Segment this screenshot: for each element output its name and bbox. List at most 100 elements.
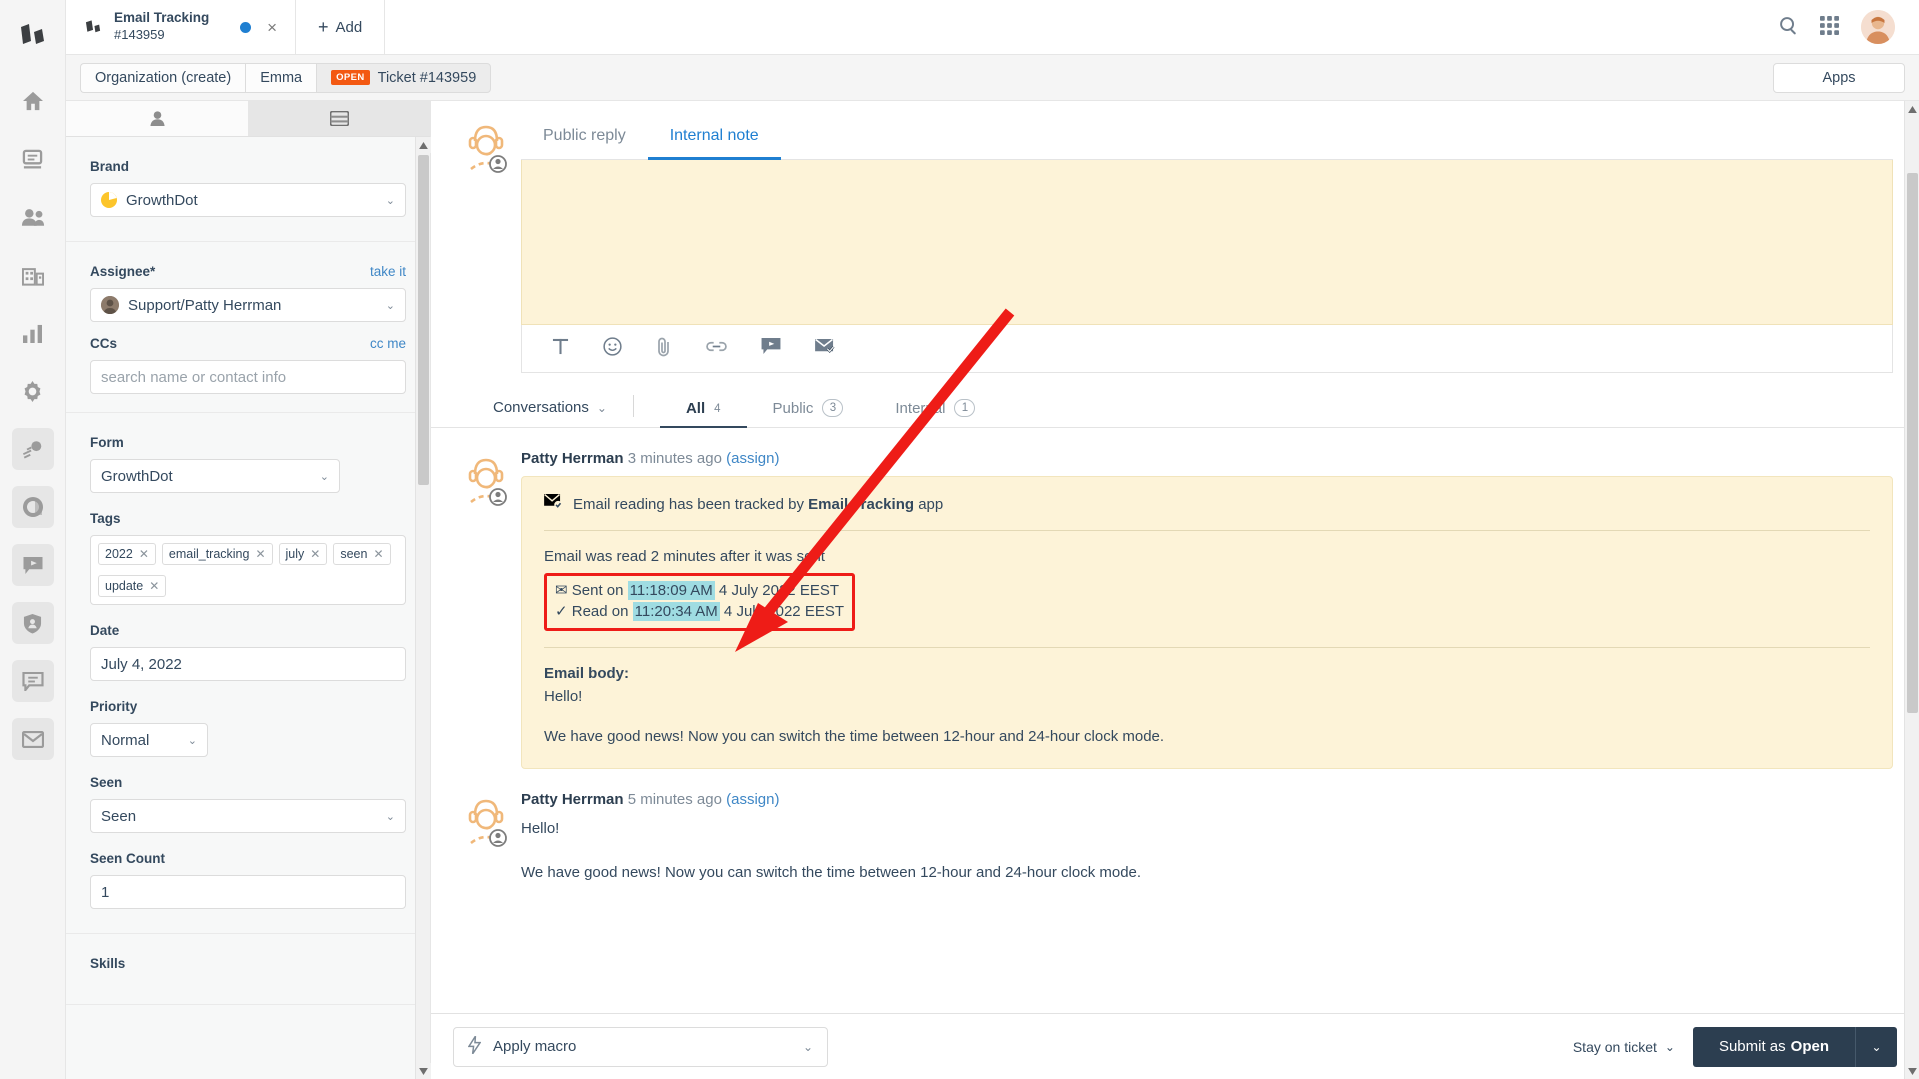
sidebar-scrollbar[interactable] <box>415 137 431 1079</box>
text-format-icon[interactable] <box>552 338 569 359</box>
assign-link[interactable]: (assign) <box>726 450 779 467</box>
assignee-select[interactable]: Support/Patty Herrman ⌄ <box>90 288 406 322</box>
tags-field[interactable]: 2022 ✕ email_tracking ✕ july ✕ seen ✕ up… <box>90 535 406 605</box>
ticket-logo-icon <box>84 18 102 36</box>
breadcrumb-ticket-label: Ticket #143959 <box>377 69 477 86</box>
seen-select[interactable]: Seen ⌄ <box>90 799 406 833</box>
priority-select[interactable]: Normal ⌄ <box>90 723 208 757</box>
article-header: Patty Herrman 5 minutes ago (assign) <box>521 791 1893 808</box>
main-column: Email Tracking #143959 × + Add Organizat… <box>66 0 1919 1079</box>
compose-area: Public reply Internal note <box>431 101 1919 373</box>
breadcrumb-customer[interactable]: Emma <box>245 62 317 93</box>
chevron-down-icon: ⌄ <box>802 1039 813 1054</box>
apps-button[interactable]: Apps <box>1773 62 1905 93</box>
search-icon[interactable] <box>1779 16 1798 39</box>
sidebar-item-settings[interactable] <box>12 370 54 412</box>
tag-chip[interactable]: seen ✕ <box>333 543 391 565</box>
date-input[interactable]: July 4, 2022 <box>90 647 406 681</box>
link-icon[interactable] <box>706 338 727 359</box>
close-icon[interactable]: × <box>263 19 281 36</box>
stay-on-ticket-dropdown[interactable]: Stay on ticket ⌄ <box>1573 1039 1675 1055</box>
remove-tag-icon[interactable]: ✕ <box>310 547 320 561</box>
tab-email-tracking[interactable]: Email Tracking #143959 × <box>66 0 296 54</box>
apply-macro-label: Apply macro <box>493 1038 577 1055</box>
read-date-value: 4 July 2022 EEST <box>719 603 844 621</box>
tab-bar: Email Tracking #143959 × + Add <box>66 0 1919 55</box>
scroll-down-icon[interactable] <box>416 1063 431 1079</box>
submit-options-button[interactable]: ⌄ <box>1855 1026 1897 1067</box>
filter-public-count: 3 <box>822 399 844 417</box>
apps-button-label: Apps <box>1822 69 1856 86</box>
divider <box>544 647 1870 648</box>
remove-tag-icon[interactable]: ✕ <box>139 547 149 561</box>
apps-grid-icon[interactable] <box>1820 15 1839 39</box>
sidebar-tab-ticket[interactable] <box>248 101 430 136</box>
tag-label: email_tracking <box>168 547 250 561</box>
remove-tag-icon[interactable]: ✕ <box>255 547 265 561</box>
remove-tag-icon[interactable]: ✕ <box>149 579 159 593</box>
note-editor[interactable] <box>521 160 1893 325</box>
submit-button[interactable]: Submit as Open <box>1692 1026 1855 1067</box>
tag-chip[interactable]: july ✕ <box>278 543 328 565</box>
sidebar-item-home[interactable] <box>12 80 54 122</box>
sidebar-item-organizations[interactable] <box>12 254 54 296</box>
sidebar-item-customers[interactable] <box>12 196 54 238</box>
ccs-input[interactable]: search name or contact info <box>90 360 406 394</box>
chevron-down-icon: ⌄ <box>1871 1039 1882 1054</box>
plain-body-line1: Hello! <box>521 819 560 837</box>
apply-macro-dropdown[interactable]: Apply macro ⌄ <box>453 1026 828 1067</box>
conversations-dropdown[interactable]: Conversations ⌄ <box>493 399 607 427</box>
ccs-placeholder: search name or contact info <box>101 368 287 386</box>
sidebar-item-mail[interactable] <box>11 718 54 760</box>
submit-prefix: Submit as <box>1718 1038 1786 1055</box>
tracking-headline-post: app <box>914 496 944 513</box>
article-plain: Patty Herrman 5 minutes ago (assign) Hel… <box>431 769 1919 885</box>
filter-internal[interactable]: Internal 1 <box>869 399 1001 427</box>
sidebar-item-chat[interactable] <box>11 544 54 586</box>
brand-select[interactable]: GrowthDot ⌄ <box>90 183 406 217</box>
cc-me-link[interactable]: cc me <box>370 336 406 351</box>
sidebar-item-dashboard[interactable] <box>11 486 54 528</box>
avatar[interactable] <box>1861 10 1895 44</box>
filter-all[interactable]: All 4 <box>659 400 747 428</box>
attachment-icon[interactable] <box>656 337 672 361</box>
sidebar-scroll-thumb[interactable] <box>418 155 429 485</box>
filter-internal-count: 1 <box>954 399 976 417</box>
email-tracking-icon[interactable] <box>815 338 836 359</box>
chevron-down-icon: ⌄ <box>385 810 395 823</box>
content-scrollbar[interactable] <box>1904 101 1919 1079</box>
assignee-value: Support/Patty Herrman <box>128 296 282 314</box>
sent-time-value: 11:18:09 AM <box>627 580 715 600</box>
ticket-sidebar: Brand GrowthDot ⌄ Assignee* take it Supp… <box>66 101 431 1079</box>
form-select[interactable]: GrowthDot ⌄ <box>90 459 340 493</box>
add-tab-button[interactable]: + Add <box>296 0 386 54</box>
emoji-icon[interactable] <box>603 337 622 360</box>
sidebar-item-reporting[interactable] <box>12 312 54 354</box>
sidebar-item-notes[interactable] <box>11 660 54 702</box>
sidebar-item-security[interactable] <box>11 602 54 644</box>
scroll-up-icon[interactable] <box>416 137 431 153</box>
tag-chip[interactable]: update ✕ <box>98 575 167 597</box>
assign-link[interactable]: (assign) <box>726 791 779 808</box>
tab-internal-note[interactable]: Internal note <box>647 117 781 160</box>
remove-tag-icon[interactable]: ✕ <box>373 547 383 561</box>
take-it-link[interactable]: take it <box>370 264 406 279</box>
tag-chip[interactable]: email_tracking ✕ <box>161 543 273 565</box>
sidebar-tab-customer[interactable] <box>66 101 248 136</box>
content-scroll-thumb[interactable] <box>1907 173 1918 713</box>
tag-chip[interactable]: 2022 ✕ <box>98 543 156 565</box>
growthdot-logo-icon <box>101 192 117 208</box>
brand-label: Brand <box>90 159 130 174</box>
knowledge-base-icon[interactable] <box>761 338 781 359</box>
scroll-down-icon[interactable] <box>1905 1063 1919 1079</box>
article-header: Patty Herrman 3 minutes ago (assign) <box>521 450 1893 467</box>
sidebar-item-overviews[interactable] <box>12 138 54 180</box>
filter-public[interactable]: Public 3 <box>747 399 870 427</box>
scroll-up-icon[interactable] <box>1905 101 1919 117</box>
sidebar-item-highlight[interactable] <box>11 428 54 470</box>
tab-public-reply[interactable]: Public reply <box>521 117 648 160</box>
seen-count-input[interactable]: 1 <box>90 875 406 909</box>
breadcrumb-organization[interactable]: Organization (create) <box>80 62 246 93</box>
breadcrumb-ticket[interactable]: OPEN Ticket #143959 <box>316 62 492 93</box>
conversation-filter-bar: Conversations ⌄ All 4 Public 3 Internal … <box>431 373 1919 428</box>
